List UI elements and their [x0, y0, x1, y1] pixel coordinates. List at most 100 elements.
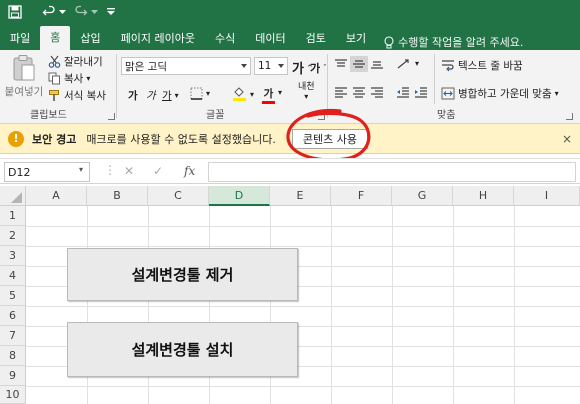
warning-icon: ! — [8, 130, 24, 147]
orientation-button[interactable]: ▾ — [396, 57, 419, 70]
remove-tool-button[interactable]: 설계변경툴 제거 — [67, 248, 298, 301]
copy-button[interactable]: 복사 ▾ — [48, 71, 90, 86]
column-header-a[interactable]: A — [26, 186, 87, 206]
insert-function-icon[interactable]: fx — [184, 164, 195, 178]
tab-page-layout[interactable]: 페이지 레이아웃 — [111, 26, 205, 50]
tell-me-box[interactable]: 수행할 작업을 알려 주세요. — [384, 34, 523, 50]
phonetic-dropdown-icon: ▾ — [304, 92, 309, 101]
copy-dropdown-icon[interactable]: ▾ — [86, 74, 90, 83]
align-bottom-button[interactable] — [370, 58, 384, 70]
borders-dropdown-icon[interactable]: ▾ — [206, 89, 210, 98]
customize-icon[interactable] — [102, 3, 120, 21]
row-header-8[interactable]: 8 — [0, 346, 26, 366]
phonetic-guide-button[interactable]: 내천 ▾ — [298, 82, 315, 102]
column-header-i[interactable]: I — [514, 186, 580, 206]
underline-dropdown-icon[interactable]: ▾ — [175, 91, 179, 100]
tab-view[interactable]: 보기 — [336, 26, 376, 50]
merge-dropdown-icon[interactable]: ▾ — [555, 89, 559, 98]
font-color-dropdown-icon[interactable]: ▾ — [278, 88, 282, 97]
formula-bar: D12 ▾ ⋮ ✕ ✓ fx — [0, 158, 580, 184]
column-header-c[interactable]: C — [148, 186, 209, 206]
align-middle-icon — [353, 60, 365, 68]
row-header-4[interactable]: 4 — [0, 266, 26, 286]
tab-insert[interactable]: 삽입 — [70, 26, 110, 50]
align-left-icon — [335, 87, 347, 98]
column-header-f[interactable]: F — [331, 186, 392, 206]
align-left-button[interactable] — [334, 86, 348, 98]
orientation-dropdown-icon[interactable]: ▾ — [415, 59, 419, 68]
close-icon[interactable]: × — [562, 132, 572, 146]
row-header-3[interactable]: 3 — [0, 246, 26, 266]
fill-color-button[interactable]: ▾ — [232, 86, 254, 102]
align-middle-button[interactable] — [350, 56, 368, 72]
title-bar — [0, 0, 580, 24]
paste-button[interactable]: 붙여넣기 — [4, 54, 44, 99]
align-right-icon — [371, 87, 383, 98]
column-header-e[interactable]: E — [270, 186, 331, 206]
format-painter-button[interactable]: 서식 복사 — [48, 88, 106, 103]
save-icon[interactable] — [6, 3, 24, 21]
tab-file[interactable]: 파일 — [0, 26, 40, 50]
bold-button[interactable]: 가 — [128, 88, 138, 103]
underline-button[interactable]: 가 ▾ — [162, 88, 179, 103]
clipboard-launcher-icon[interactable] — [108, 113, 115, 120]
copy-label: 복사 — [64, 73, 84, 85]
tab-home[interactable]: 홈 — [40, 26, 71, 50]
undo-icon[interactable] — [40, 3, 58, 21]
name-box[interactable]: D12 — [4, 162, 90, 182]
security-warning-title: 보안 경고 — [32, 132, 77, 146]
phonetic-label: 내천 — [298, 82, 315, 92]
alignment-launcher-icon[interactable] — [566, 113, 573, 120]
italic-button[interactable]: 가 — [146, 88, 156, 103]
tab-data[interactable]: 데이터 — [245, 26, 295, 50]
column-header-d[interactable]: D — [209, 186, 270, 206]
select-all-button[interactable] — [0, 186, 26, 206]
column-header-h[interactable]: H — [453, 186, 514, 206]
row-header-9[interactable]: 9 — [0, 366, 26, 386]
name-box-value: D12 — [8, 165, 31, 179]
row-header-2[interactable]: 2 — [0, 226, 26, 246]
decrease-indent-button[interactable] — [396, 86, 410, 98]
name-box-dropdown-icon[interactable]: ▾ — [79, 165, 83, 174]
formula-input[interactable] — [208, 162, 576, 182]
column-header-b[interactable]: B — [87, 186, 148, 206]
row-header-5[interactable]: 5 — [0, 286, 26, 306]
enter-icon[interactable]: ✓ — [153, 164, 163, 178]
merge-center-button[interactable]: 병합하고 가운데 맞춤 ▾ — [441, 86, 559, 101]
format-painter-label: 서식 복사 — [64, 90, 106, 102]
redo-icon[interactable] — [72, 3, 90, 21]
row-header-6[interactable]: 6 — [0, 306, 26, 326]
align-top-button[interactable] — [334, 58, 348, 70]
wrap-text-button[interactable]: 텍스트 줄 바꿈 — [441, 58, 523, 73]
increase-indent-button[interactable] — [414, 86, 428, 98]
decrease-font-size-button[interactable]: 가ˇ — [310, 60, 327, 76]
worksheet-grid[interactable]: A B C D E F G H I 1 2 3 4 5 6 7 8 9 10 설… — [0, 186, 580, 404]
font-size-combo[interactable]: 11 — [254, 57, 288, 75]
fill-color-dropdown-icon[interactable]: ▾ — [250, 90, 254, 99]
font-launcher-icon[interactable] — [318, 113, 325, 120]
align-center-button[interactable] — [352, 86, 366, 98]
security-warning-message: 매크로를 사용할 수 없도록 설정했습니다. — [86, 132, 276, 146]
cut-button[interactable]: 잘라내기 — [48, 54, 103, 69]
borders-button[interactable]: ▾ — [190, 87, 210, 100]
undo-dropdown-icon[interactable] — [58, 3, 66, 21]
redo-dropdown-icon[interactable] — [90, 3, 98, 21]
enable-content-button[interactable]: 콘텐츠 사용 — [291, 128, 368, 149]
tab-review[interactable]: 검토 — [296, 26, 336, 50]
copy-icon — [48, 72, 60, 85]
font-group-label: 글꼴 — [206, 110, 225, 121]
ribbon-home: 붙여넣기 잘라내기 복사 ▾ 서식 복사 클립보드 맑은 고딕 11 가 ^ 가ˇ… — [0, 50, 580, 124]
paste-icon — [13, 55, 35, 81]
row-header-7[interactable]: 7 — [0, 326, 26, 346]
column-header-g[interactable]: G — [392, 186, 453, 206]
font-color-button[interactable]: 가 — [262, 86, 275, 104]
cancel-icon[interactable]: ✕ — [124, 164, 134, 178]
tab-formulas[interactable]: 수식 — [205, 26, 245, 50]
merge-center-icon — [441, 87, 455, 100]
row-header-1[interactable]: 1 — [0, 206, 26, 226]
align-right-button[interactable] — [370, 86, 384, 98]
font-name-combo[interactable]: 맑은 고딕 — [121, 57, 251, 75]
row-header-10[interactable]: 10 — [0, 386, 26, 404]
install-tool-button[interactable]: 설계변경툴 설치 — [67, 322, 298, 377]
wrap-text-label: 텍스트 줄 바꿈 — [458, 60, 523, 72]
